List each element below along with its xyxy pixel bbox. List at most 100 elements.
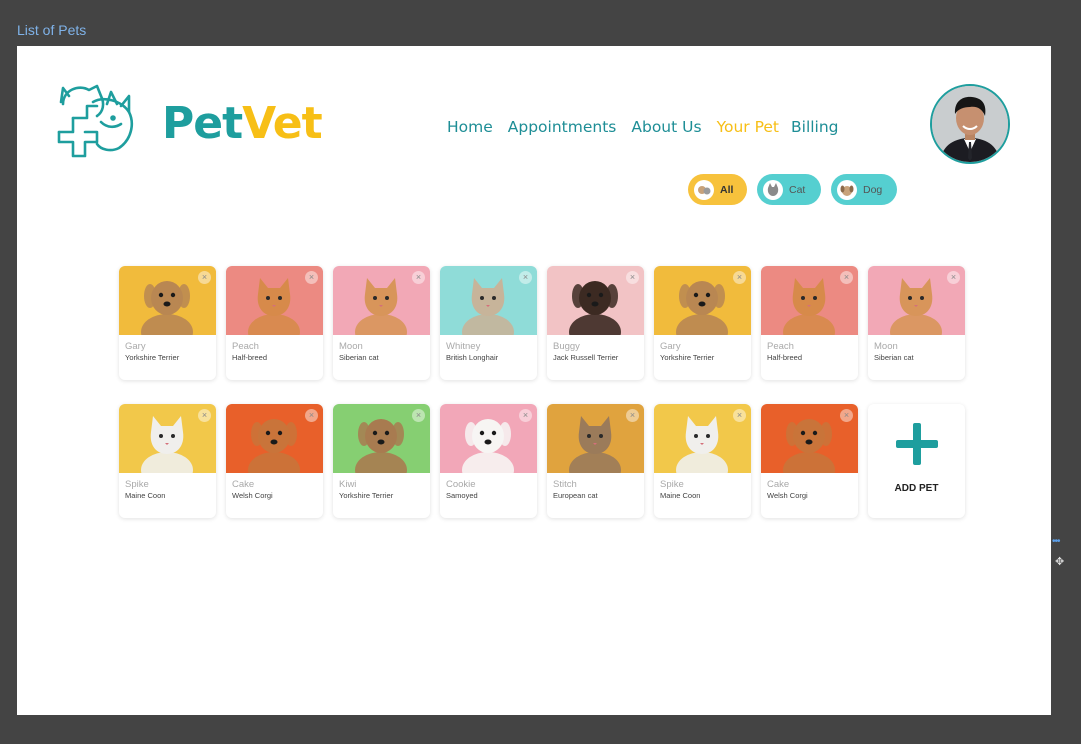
pet-card[interactable]: × Moon Siberian cat xyxy=(333,266,430,380)
pet-breed: Maine Coon xyxy=(125,491,166,500)
filter-dog-chip[interactable]: Dog xyxy=(831,174,897,205)
pet-photo: × xyxy=(761,404,858,473)
remove-pet-close-icon[interactable]: × xyxy=(198,271,211,284)
pet-card[interactable]: × Gary Yorkshire Terrier xyxy=(654,266,751,380)
remove-pet-close-icon[interactable]: × xyxy=(733,271,746,284)
pet-card[interactable]: × Gary Yorkshire Terrier xyxy=(119,266,216,380)
pet-name: Stitch xyxy=(553,479,577,490)
pet-photo: × xyxy=(440,404,537,473)
remove-pet-close-icon[interactable]: × xyxy=(412,271,425,284)
pet-breed: European cat xyxy=(553,491,598,500)
pet-breed: Samoyed xyxy=(446,491,478,500)
pet-card[interactable]: × Kiwi Yorkshire Terrier xyxy=(333,404,430,518)
remove-pet-close-icon[interactable]: × xyxy=(305,271,318,284)
pet-name: Cake xyxy=(767,479,790,490)
pet-card[interactable]: × Peach Half-breed xyxy=(226,266,323,380)
pet-breed: Yorkshire Terrier xyxy=(125,353,180,362)
pet-breed: Maine Coon xyxy=(660,491,701,500)
pet-card[interactable]: × Whitney British Longhair xyxy=(440,266,537,380)
pet-photo: × xyxy=(547,266,644,335)
pet-name: Spike xyxy=(660,479,684,490)
pet-type-filters: All Cat Dog xyxy=(688,174,897,205)
pet-photo: × xyxy=(333,266,430,335)
pet-breed: Yorkshire Terrier xyxy=(660,353,715,362)
pet-breed: Welsh Corgi xyxy=(232,491,273,500)
add-pet-card[interactable]: ADD PET xyxy=(868,404,965,518)
pet-breed: Jack Russell Terrier xyxy=(553,353,619,362)
filter-cat-label: Cat xyxy=(789,183,806,196)
remove-pet-close-icon[interactable]: × xyxy=(519,409,532,422)
pet-card[interactable]: × Cake Welsh Corgi xyxy=(226,404,323,518)
filter-all-chip[interactable]: All xyxy=(688,174,747,205)
nav-home[interactable]: Home xyxy=(447,118,493,136)
remove-pet-close-icon[interactable]: × xyxy=(412,409,425,422)
pet-name: Kiwi xyxy=(339,479,357,490)
brand-wordmark: PetVet xyxy=(162,98,323,149)
remove-pet-close-icon[interactable]: × xyxy=(947,271,960,284)
pet-photo: × xyxy=(547,404,644,473)
pet-card[interactable]: × Cookie Samoyed xyxy=(440,404,537,518)
frame-label: List of Pets xyxy=(17,22,87,38)
pet-name: Moon xyxy=(339,341,363,352)
user-avatar[interactable] xyxy=(930,84,1010,164)
remove-pet-close-icon[interactable]: × xyxy=(519,271,532,284)
pet-name: Cake xyxy=(232,479,255,490)
move-handle-icon[interactable]: ✥ xyxy=(1055,555,1064,568)
person-icon xyxy=(932,86,1008,162)
pet-name: Moon xyxy=(874,341,898,352)
pet-card[interactable]: × Spike Maine Coon xyxy=(119,404,216,518)
pet-name: Gary xyxy=(125,341,146,352)
nav-billing[interactable]: Billing xyxy=(791,118,839,136)
brand-part-vet: Vet xyxy=(242,98,323,149)
page-frame: PetVet Home Appointments About Us Your P… xyxy=(17,46,1051,715)
cat-and-dog-icon xyxy=(694,179,714,200)
nav-appointments[interactable]: Appointments xyxy=(508,118,617,136)
pet-grid: × Gary Yorkshire Terrier × Peach Half-breed × M… xyxy=(119,266,965,518)
pet-photo: × xyxy=(226,266,323,335)
filter-dog-label: Dog xyxy=(863,183,883,196)
pet-card[interactable]: × Peach Half-breed xyxy=(761,266,858,380)
pet-breed: Siberian cat xyxy=(339,353,379,362)
pet-card[interactable]: × Cake Welsh Corgi xyxy=(761,404,858,518)
nav-your-pet[interactable]: Your Pet xyxy=(717,118,779,136)
filter-cat-chip[interactable]: Cat xyxy=(757,174,821,205)
pet-name: Gary xyxy=(660,341,681,352)
pet-photo: × xyxy=(654,266,751,335)
pet-photo: × xyxy=(868,266,965,335)
pet-breed: Half-breed xyxy=(767,353,803,362)
pet-breed: Half-breed xyxy=(232,353,268,362)
pet-photo: × xyxy=(119,266,216,335)
remove-pet-close-icon[interactable]: × xyxy=(840,271,853,284)
dog-icon xyxy=(837,179,857,200)
main-nav: Home Appointments About Us Your Pet Bill… xyxy=(447,118,854,136)
pet-photo: × xyxy=(654,404,751,473)
pet-photo: × xyxy=(761,266,858,335)
pet-breed: Welsh Corgi xyxy=(767,491,808,500)
pet-card[interactable]: × Spike Maine Coon xyxy=(654,404,751,518)
remove-pet-close-icon[interactable]: × xyxy=(626,271,639,284)
pet-name: Peach xyxy=(767,341,794,352)
brand-part-pet: Pet xyxy=(162,98,243,149)
pet-name: Peach xyxy=(232,341,259,352)
remove-pet-close-icon[interactable]: × xyxy=(626,409,639,422)
plus-icon xyxy=(895,422,938,465)
remove-pet-close-icon[interactable]: × xyxy=(198,409,211,422)
pet-photo: × xyxy=(226,404,323,473)
more-options-icon[interactable]: ••• xyxy=(1052,536,1060,547)
remove-pet-close-icon[interactable]: × xyxy=(840,409,853,422)
petvet-logo-icon xyxy=(57,84,133,158)
remove-pet-close-icon[interactable]: × xyxy=(305,409,318,422)
pet-breed: Yorkshire Terrier xyxy=(339,491,394,500)
nav-about-us[interactable]: About Us xyxy=(631,118,701,136)
pet-card[interactable]: × Buggy Jack Russell Terrier xyxy=(547,266,644,380)
pet-card[interactable]: × Moon Siberian cat xyxy=(868,266,965,380)
pet-photo: × xyxy=(119,404,216,473)
pet-name: Whitney xyxy=(446,341,481,352)
pet-name: Buggy xyxy=(553,341,580,352)
remove-pet-close-icon[interactable]: × xyxy=(733,409,746,422)
pet-breed: British Longhair xyxy=(446,353,499,362)
cat-icon xyxy=(763,179,783,200)
pet-name: Cookie xyxy=(446,479,476,490)
pet-card[interactable]: × Stitch European cat xyxy=(547,404,644,518)
pet-photo: × xyxy=(333,404,430,473)
